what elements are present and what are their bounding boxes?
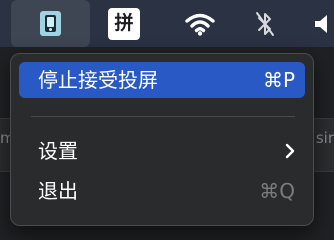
wifi-icon [185, 13, 215, 36]
bluetooth-menu-extra[interactable] [250, 0, 280, 47]
wifi-menu-extra[interactable] [182, 0, 218, 47]
menu-item-shortcut: ⌘Q [259, 179, 295, 203]
menu-item-label: 停止接受投屏 [38, 68, 158, 92]
menu-bar: 拼 [0, 0, 334, 47]
menu-item-shortcut: ⌘P [262, 68, 295, 92]
screen-mirror-app-menu-extra[interactable] [11, 0, 90, 47]
screen-mirror-dropdown-menu: 停止接受投屏 ⌘P 设置 退出 ⌘Q [10, 53, 314, 226]
pinyin-input-icon: 拼 [108, 7, 140, 40]
chevron-right-icon [285, 143, 295, 159]
menu-separator [31, 116, 295, 117]
menu-item-quit[interactable]: 退出 ⌘Q [19, 173, 305, 209]
volume-menu-extra[interactable] [312, 0, 334, 47]
input-method-menu-extra[interactable]: 拼 [104, 0, 144, 47]
background-text-right: sir [315, 129, 334, 147]
screen-mirror-app-icon [40, 11, 61, 36]
menu-item-label: 设置 [38, 139, 78, 163]
volume-icon [315, 14, 327, 33]
bluetooth-off-icon [256, 11, 274, 36]
menu-item-settings[interactable]: 设置 [19, 133, 305, 169]
menu-item-stop-receiving-mirroring[interactable]: 停止接受投屏 ⌘P [19, 62, 305, 98]
menu-item-label: 退出 [38, 179, 78, 203]
